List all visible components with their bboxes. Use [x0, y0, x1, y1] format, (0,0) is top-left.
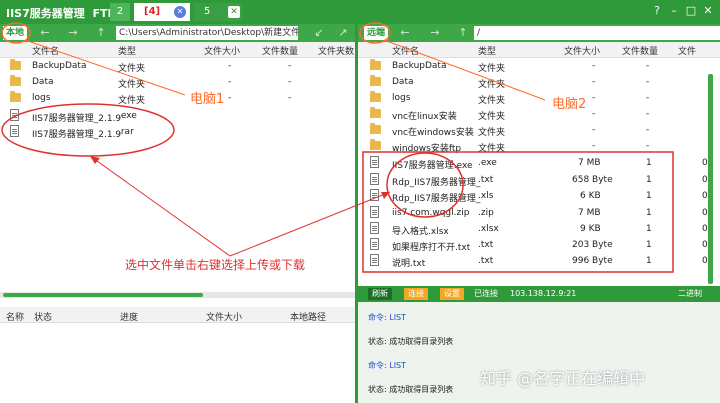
computer2-annotation: 电脑2: [552, 97, 587, 112]
annotation-line-1: [24, 39, 186, 96]
local-files-highlight: [1, 103, 175, 157]
annotation-overlay: [1, 22, 674, 273]
annotation-line-2: [383, 39, 546, 101]
remote-file-circle: [386, 152, 464, 218]
watermark: 知乎 @名字正在编辑中: [480, 369, 646, 388]
arrowhead-left: [90, 156, 100, 164]
remote-label-highlight: [359, 22, 391, 44]
computer1-annotation: 电脑1: [190, 92, 225, 107]
annotation-arrow-left: [89, 155, 231, 257]
remote-files-highlight: [362, 151, 674, 273]
annotation-arrow-right: [229, 191, 391, 257]
instruction-annotation: 选中文件单击右键选择上传或下载: [125, 258, 306, 272]
